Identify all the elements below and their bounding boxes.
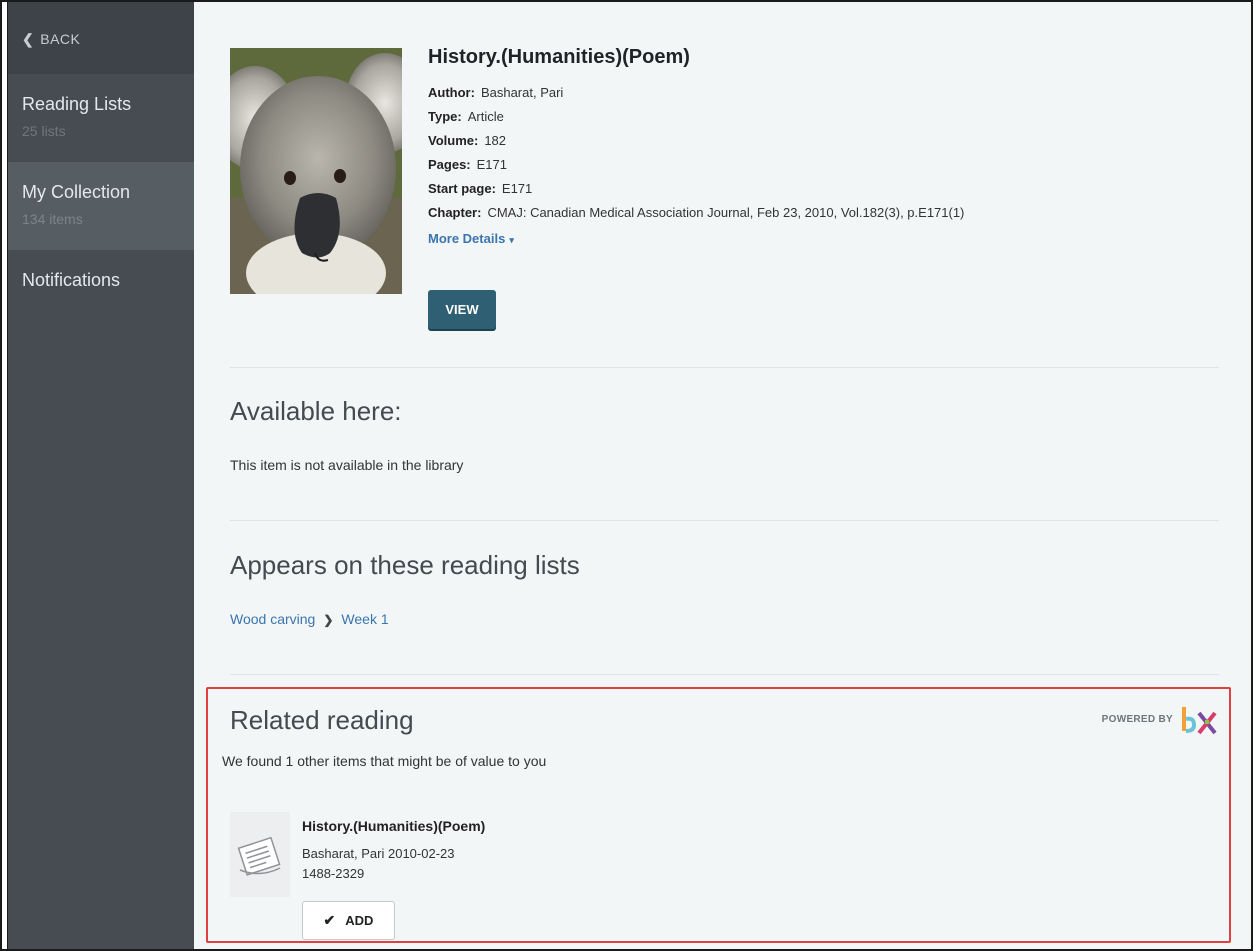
item-title: History.(Humanities)(Poem) — [428, 46, 690, 68]
field-label: Chapter: — [428, 205, 482, 220]
pages-value: E171 — [476, 157, 508, 172]
document-icon — [237, 836, 281, 876]
type-value: Article — [467, 109, 504, 124]
divider — [230, 674, 1219, 675]
caret-down-icon: ▾ — [509, 235, 514, 245]
add-label: ADD — [345, 913, 374, 928]
more-details-label: More Details — [428, 231, 506, 246]
related-item-title[interactable]: History.(Humanities)(Poem) — [302, 818, 485, 834]
sidebar-item-count: 25 lists — [22, 123, 66, 139]
volume-value: 182 — [484, 133, 507, 148]
related-reading-panel: Related reading POWERED BY We found 1 ot… — [206, 687, 1231, 943]
availability-message: This item is not available in the librar… — [230, 457, 464, 473]
start-page-value: E171 — [501, 181, 533, 196]
powered-by-label: POWERED BY — [1101, 713, 1173, 725]
author-row: Author: Basharat, Pari — [428, 81, 1228, 105]
related-item-byline: Basharat, Pari 2010-02-23 — [302, 846, 455, 861]
start-page-row: Start page: E171 — [428, 177, 1228, 201]
breadcrumb-link-list[interactable]: Wood carving — [230, 611, 315, 627]
koala-image — [230, 48, 402, 294]
breadcrumb-link-section[interactable]: Week 1 — [341, 611, 388, 627]
sidebar-item-label: Reading Lists — [22, 94, 132, 114]
sidebar: ❮ BACK Reading Lists 25 lists My Collecti… — [8, 2, 194, 949]
pages-row: Pages: E171 — [428, 153, 1228, 177]
field-label: Start page: — [428, 181, 496, 196]
powered-by-badge: POWERED BY — [1102, 703, 1219, 735]
field-label: Author: — [428, 85, 475, 100]
bx-logo-icon — [1182, 707, 1217, 735]
chevron-right-icon: ❯ — [323, 613, 334, 627]
related-item-issn: 1488-2329 — [302, 866, 365, 881]
divider — [230, 520, 1219, 521]
app-window: ❮ BACK Reading Lists 25 lists My Collecti… — [0, 0, 1253, 951]
back-label: BACK — [40, 31, 81, 47]
sidebar-item-my-collection[interactable]: My Collection 134 items — [8, 162, 194, 250]
reading-lists-heading: Appears on these reading lists — [230, 550, 580, 580]
chapter-value: CMAJ: Canadian Medical Association Journ… — [487, 205, 965, 220]
item-details: History.(Humanities)(Poem) Author: Bashar… — [428, 46, 1228, 252]
cover-image — [230, 48, 402, 294]
volume-row: Volume: 182 — [428, 129, 1228, 153]
back-button[interactable]: ❮ BACK — [8, 2, 194, 74]
type-row: Type: Article — [428, 105, 1228, 129]
document-thumbnail — [230, 812, 290, 897]
reading-list-breadcrumb: Wood carving ❯ Week 1 — [230, 611, 389, 627]
field-label: Pages: — [428, 157, 471, 172]
view-button[interactable]: VIEW — [428, 290, 496, 329]
author-value: Basharat, Pari — [480, 85, 564, 100]
related-reading-subtitle: We found 1 other items that might be of … — [222, 753, 547, 769]
main-content: History.(Humanities)(Poem) Author: Bashar… — [194, 2, 1251, 949]
sidebar-item-reading-lists[interactable]: Reading Lists 25 lists — [8, 74, 194, 162]
chapter-row: Chapter: CMAJ: Canadian Medical Associati… — [428, 201, 1228, 225]
field-label: Volume: — [428, 133, 479, 148]
divider — [230, 367, 1219, 368]
field-label: Type: — [428, 109, 462, 124]
sidebar-item-label: My Collection — [22, 182, 131, 202]
add-button[interactable]: ✔ ADD — [302, 901, 395, 940]
sidebar-item-label: Notifications — [22, 270, 121, 290]
sidebar-item-count: 134 items — [22, 211, 83, 227]
more-details-link[interactable]: More Details ▾ — [428, 227, 514, 252]
available-here-heading: Available here: — [230, 396, 402, 426]
sidebar-item-notifications[interactable]: Notifications — [8, 250, 194, 338]
checkmark-icon: ✔ — [323, 912, 336, 928]
related-reading-heading: Related reading — [230, 705, 414, 735]
chevron-left-icon: ❮ — [22, 31, 35, 47]
